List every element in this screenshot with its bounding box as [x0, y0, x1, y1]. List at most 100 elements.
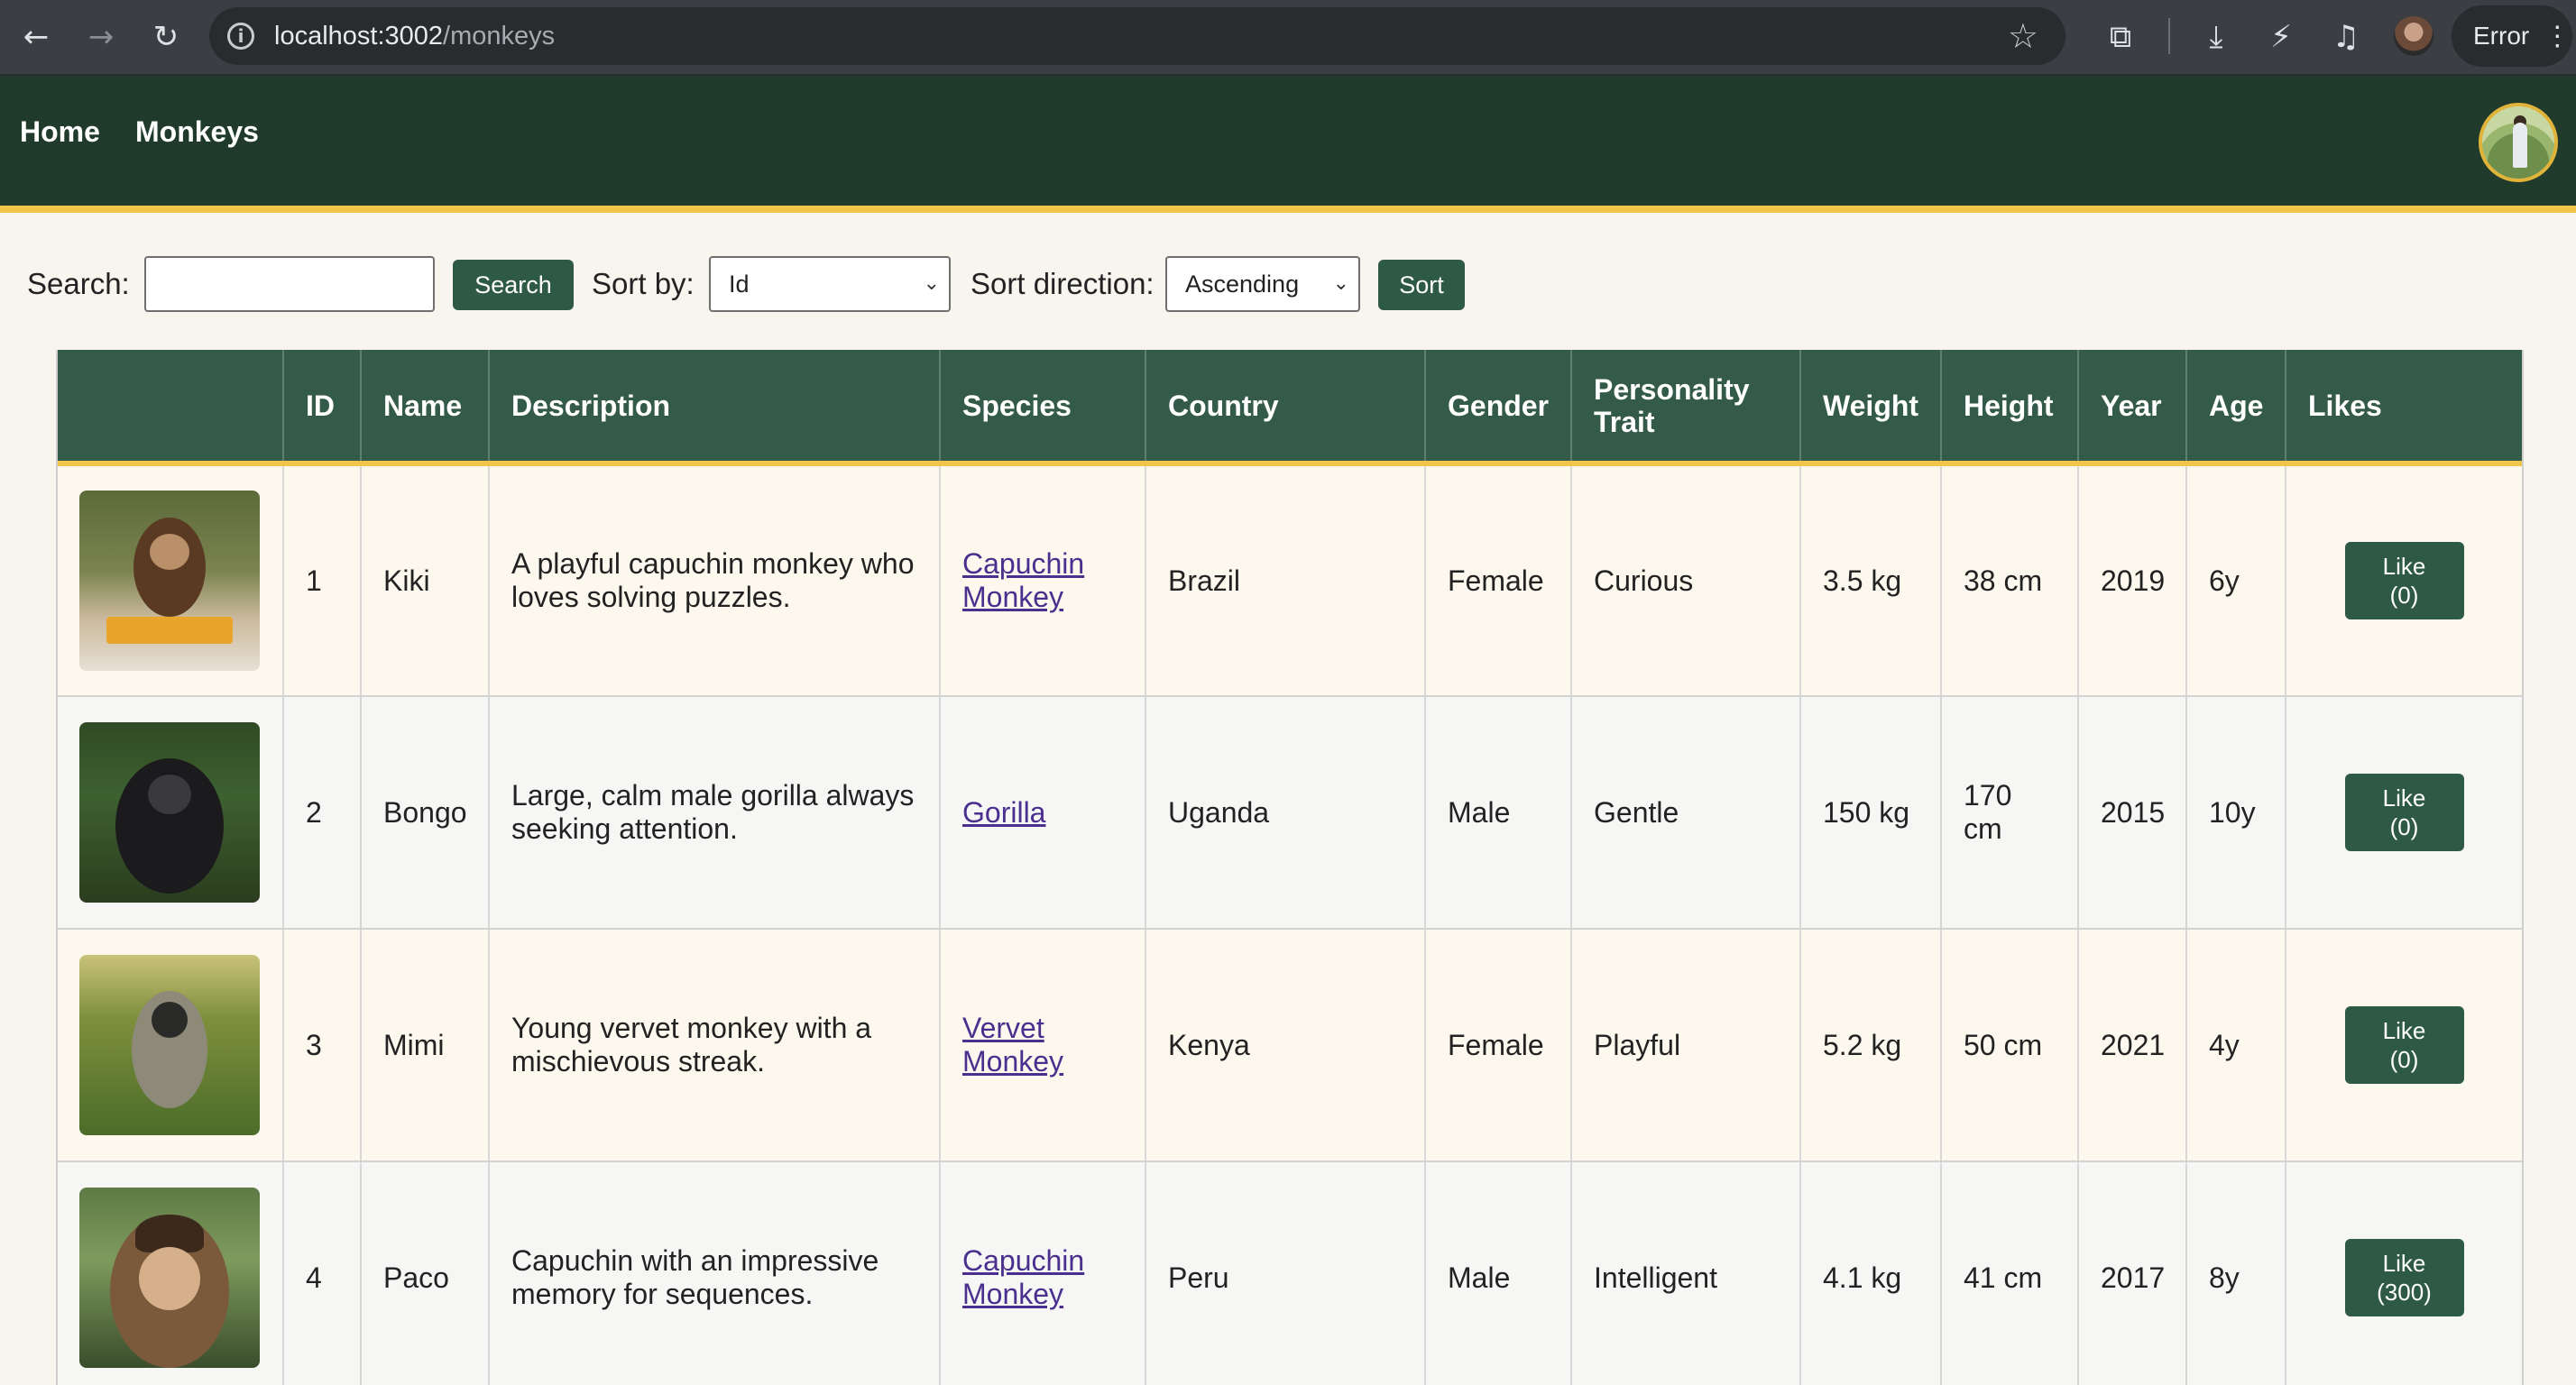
species-link[interactable]: Gorilla	[962, 796, 1045, 829]
sort-by-select[interactable]: Id ⌄	[709, 256, 951, 312]
image-cell	[58, 463, 284, 697]
image-cell	[58, 696, 284, 930]
column-header-likes[interactable]: Likes	[2286, 350, 2522, 466]
column-header-name[interactable]: Name	[361, 350, 490, 466]
sort-button[interactable]: Sort	[1378, 260, 1465, 310]
cell-age: 4y	[2186, 929, 2286, 1162]
chevron-down-icon: ⌄	[923, 272, 940, 295]
media-control-icon[interactable]: ♫	[2322, 13, 2370, 61]
cell-name: Kiki	[361, 463, 490, 697]
like-button[interactable]: Like (300)	[2344, 1239, 2464, 1316]
table-header-row: ID Name Description Species Country Gend…	[58, 350, 2522, 466]
app-header: Home Monkeys	[0, 76, 2576, 213]
monkey-photo	[79, 1188, 260, 1368]
cell-height: 50 cm	[1941, 929, 2079, 1162]
extensions-icon[interactable]: ⧉	[2096, 13, 2145, 61]
cell-personality-trait: Playful	[1571, 929, 1801, 1162]
avatar-figure	[2513, 123, 2527, 168]
cell-species: Capuchin Monkey	[940, 1161, 1146, 1385]
cell-likes: Like (0)	[2286, 929, 2522, 1162]
column-header-year[interactable]: Year	[2078, 350, 2187, 466]
cell-gender: Male	[1425, 1161, 1572, 1385]
like-button-label: Like	[2382, 1250, 2426, 1277]
cell-likes: Like (0)	[2286, 463, 2522, 697]
like-count: (0)	[2389, 813, 2419, 840]
cell-description: Young vervet monkey with a mischievous s…	[489, 929, 941, 1162]
monkey-photo	[79, 491, 260, 671]
download-icon[interactable]: ⤓	[2192, 13, 2240, 61]
cell-height: 41 cm	[1941, 1161, 2079, 1385]
like-button-label: Like	[2382, 784, 2426, 812]
table-row: 3 Mimi Young vervet monkey with a mischi…	[58, 929, 2522, 1162]
nav-link-monkeys[interactable]: Monkeys	[135, 115, 259, 149]
nav-link-home[interactable]: Home	[20, 115, 100, 149]
like-count: (0)	[2389, 582, 2419, 609]
cell-weight: 5.2 kg	[1800, 929, 1942, 1162]
species-link[interactable]: Capuchin Monkey	[962, 547, 1084, 613]
column-header-age[interactable]: Age	[2186, 350, 2286, 466]
cell-year: 2015	[2078, 696, 2187, 930]
cell-age: 10y	[2186, 696, 2286, 930]
cell-species: Vervet Monkey	[940, 929, 1146, 1162]
like-button[interactable]: Like (0)	[2344, 542, 2464, 619]
species-link[interactable]: Capuchin Monkey	[962, 1244, 1084, 1310]
like-count: (0)	[2389, 1046, 2419, 1073]
sort-direction-select[interactable]: Ascending ⌄	[1165, 256, 1360, 312]
search-button[interactable]: Search	[453, 260, 574, 310]
cell-name: Bongo	[361, 696, 490, 930]
table-row: 4 Paco Capuchin with an impressive memor…	[58, 1161, 2522, 1385]
forward-arrow-icon[interactable]: →	[76, 12, 126, 62]
like-count: (300)	[2377, 1279, 2432, 1306]
cell-country: Brazil	[1145, 463, 1426, 697]
user-avatar[interactable]	[2479, 103, 2558, 182]
cell-name: Mimi	[361, 929, 490, 1162]
cell-personality-trait: Intelligent	[1571, 1161, 1801, 1385]
cell-species: Gorilla	[940, 696, 1146, 930]
sort-by-label: Sort by:	[592, 267, 695, 300]
cell-weight: 4.1 kg	[1800, 1161, 1942, 1385]
cell-id: 4	[283, 1161, 362, 1385]
cell-species: Capuchin Monkey	[940, 463, 1146, 697]
species-link[interactable]: Vervet Monkey	[962, 1012, 1063, 1078]
profile-error-button[interactable]: Error ⋮	[2452, 5, 2572, 67]
address-bar[interactable]: i localhost:3002/monkeys ☆	[209, 7, 2065, 65]
monkeys-table: ID Name Description Species Country Gend…	[58, 350, 2522, 1385]
table-row: 2 Bongo Large, calm male gorilla always …	[58, 696, 2522, 930]
like-button[interactable]: Like (0)	[2344, 1006, 2464, 1084]
cell-personality-trait: Curious	[1571, 463, 1801, 697]
cell-year: 2017	[2078, 1161, 2187, 1385]
column-header-species[interactable]: Species	[940, 350, 1146, 466]
cell-age: 6y	[2186, 463, 2286, 697]
column-header-id[interactable]: ID	[283, 350, 362, 466]
column-header-weight[interactable]: Weight	[1800, 350, 1942, 466]
url-path: /monkeys	[443, 21, 556, 50]
column-header-gender[interactable]: Gender	[1425, 350, 1572, 466]
back-arrow-icon[interactable]: ←	[11, 12, 61, 62]
cell-description: Capuchin with an impressive memory for s…	[489, 1161, 941, 1385]
more-menu-icon[interactable]: ⋮	[2544, 21, 2571, 52]
column-header-personality-trait[interactable]: Personality Trait	[1571, 350, 1801, 466]
cell-id: 3	[283, 929, 362, 1162]
monkeys-table-container: ID Name Description Species Country Gend…	[56, 350, 2524, 1385]
cell-description: A playful capuchin monkey who loves solv…	[489, 463, 941, 697]
cell-height: 38 cm	[1941, 463, 2079, 697]
profile-error-label: Error	[2473, 22, 2530, 50]
cell-description: Large, calm male gorilla always seeking …	[489, 696, 941, 930]
bookmark-star-icon[interactable]: ☆	[2008, 16, 2038, 56]
search-input[interactable]	[144, 256, 435, 312]
cell-gender: Female	[1425, 929, 1572, 1162]
cell-year: 2019	[2078, 463, 2187, 697]
cell-height: 170 cm	[1941, 696, 2079, 930]
site-info-icon[interactable]: i	[227, 23, 254, 50]
reload-icon[interactable]: ↻	[141, 12, 191, 62]
like-button[interactable]: Like (0)	[2344, 774, 2464, 851]
table-row: 1 Kiki A playful capuchin monkey who lov…	[58, 463, 2522, 697]
image-cell	[58, 1161, 284, 1385]
performance-icon[interactable]: ⚡	[2257, 13, 2305, 61]
profile-avatar-icon[interactable]	[2394, 16, 2433, 56]
column-header-height[interactable]: Height	[1941, 350, 2079, 466]
column-header-country[interactable]: Country	[1145, 350, 1426, 466]
search-sort-toolbar: Search: Search Sort by: Id ⌄ Sort direct…	[0, 213, 2576, 348]
monkey-photo	[79, 955, 260, 1135]
column-header-description[interactable]: Description	[489, 350, 941, 466]
